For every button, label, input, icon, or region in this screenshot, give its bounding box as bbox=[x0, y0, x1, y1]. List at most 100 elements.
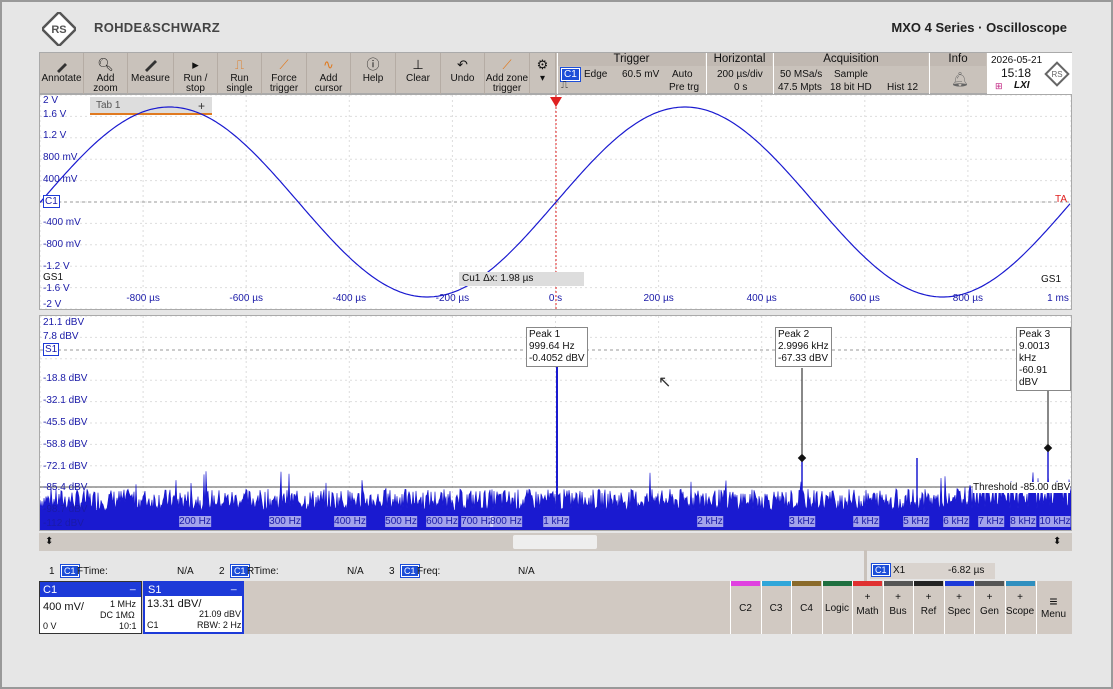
c1-offset: 0 V bbox=[43, 621, 57, 631]
button-spec[interactable]: + Spec bbox=[943, 581, 974, 634]
instrument-model: MXO 4 Series · Oscilloscope bbox=[891, 20, 1067, 35]
y-axis-label: 800 mV bbox=[43, 152, 78, 163]
record-length: 47.5 Mpts bbox=[778, 82, 822, 93]
button-math[interactable]: + Math bbox=[852, 581, 882, 634]
annotate-button[interactable]: Annotate bbox=[40, 53, 84, 94]
x-axis-label: 500 Hz bbox=[385, 516, 417, 527]
peak-2-label[interactable]: Peak 2 2.9996 kHz -67.33 dBV bbox=[775, 327, 832, 367]
y-axis-label: -45.5 dBV bbox=[43, 417, 88, 428]
collapse-arrows-right-icon[interactable]: ⬍ bbox=[1053, 536, 1061, 547]
c1-probe: 10:1 bbox=[119, 621, 137, 631]
chevron-down-icon: ▾ bbox=[539, 73, 546, 84]
button-gen[interactable]: + Gen bbox=[974, 581, 1004, 634]
button-label: single bbox=[226, 83, 253, 94]
peak-freq: 9.0013 kHz bbox=[1019, 341, 1050, 364]
button-label: zoom bbox=[93, 83, 118, 94]
cursor-source: C1 bbox=[871, 563, 891, 577]
button-label: C3 bbox=[769, 603, 783, 614]
cursor-icon: ∿ bbox=[323, 57, 334, 72]
add-zone-trigger-button[interactable]: ⟋ Add zone trigger bbox=[485, 53, 530, 94]
measure-button[interactable]: Measure bbox=[128, 53, 174, 94]
add-cursor-button[interactable]: ∿ Add cursor bbox=[307, 53, 351, 94]
button-c4[interactable]: C4 bbox=[791, 581, 821, 634]
meas-2-name[interactable]: RTime: bbox=[247, 566, 279, 577]
info-group[interactable]: Info 🔔︎ bbox=[929, 53, 986, 94]
minimize-icon[interactable]: _ bbox=[130, 580, 136, 591]
button-bus[interactable]: + Bus bbox=[882, 581, 913, 634]
trigger-group[interactable]: Trigger C1 ⎍ Edge 60.5 mV Auto Pre trg bbox=[557, 53, 705, 94]
x-axis-label: 600 µs bbox=[849, 293, 880, 304]
peak-freq: 2.9996 kHz bbox=[778, 341, 829, 352]
undo-icon: ↶ bbox=[457, 57, 468, 72]
meas-2-num: 2 bbox=[219, 566, 225, 577]
clear-button[interactable]: ⊥ Clear bbox=[396, 53, 441, 94]
menu-button[interactable]: ≡ Menu bbox=[1036, 581, 1070, 634]
time-scale: 200 µs/div bbox=[717, 69, 763, 80]
meas-3-source[interactable]: C1 bbox=[400, 564, 420, 578]
meas-1-value: N/A bbox=[177, 566, 194, 577]
y-axis-label: C1 bbox=[43, 195, 60, 208]
y-axis-label: -32.1 dBV bbox=[43, 395, 88, 406]
trigger-arrow-label[interactable]: TA bbox=[1055, 194, 1067, 205]
y-axis-label: -400 mV bbox=[43, 217, 81, 228]
y-axis-label: -800 mV bbox=[43, 239, 81, 250]
single-icon: ⎍ bbox=[234, 57, 245, 72]
panel-splitter[interactable]: ⬍ ⬍ bbox=[39, 533, 1072, 551]
y-axis-label: 400 mV bbox=[43, 174, 78, 185]
button-logic[interactable]: Logic bbox=[821, 581, 852, 634]
run-single-button[interactable]: ⎍ Run single bbox=[218, 53, 262, 94]
add-zoom-button[interactable]: 🔍︎ Add zoom bbox=[84, 53, 128, 94]
cursor-value: -6.82 µs bbox=[948, 565, 985, 576]
color-bar bbox=[944, 581, 974, 586]
minimize-icon[interactable]: _ bbox=[231, 580, 237, 591]
peak-3-marker bbox=[1043, 443, 1053, 453]
meas-1-source[interactable]: C1 bbox=[60, 564, 80, 578]
mouse-pointer-icon: ↖ bbox=[658, 374, 672, 391]
color-bar bbox=[761, 581, 791, 586]
splitter-handle[interactable] bbox=[513, 535, 597, 549]
button-c2[interactable]: C2 bbox=[730, 581, 760, 634]
acquisition-title: Acquisition bbox=[774, 53, 928, 66]
button-label: C2 bbox=[739, 603, 752, 614]
x-axis-label: -800 µs bbox=[126, 293, 160, 304]
help-button[interactable]: ⓘ Help bbox=[351, 53, 396, 94]
menu-label: Menu bbox=[1040, 609, 1066, 620]
meas-1-name[interactable]: FTime: bbox=[77, 566, 108, 577]
meas-3-name[interactable]: Freq: bbox=[417, 566, 440, 577]
force-trigger-button[interactable]: ⟋ Force trigger bbox=[262, 53, 307, 94]
x-axis-label: 400 Hz bbox=[334, 516, 366, 527]
c1-scale: 400 mV/ bbox=[43, 601, 84, 613]
peak-1-label[interactable]: Peak 1 999.64 Hz -0.4052 dBV bbox=[526, 327, 588, 367]
channel-s1-box[interactable]: S1 _ 13.31 dBV/ 21.09 dBV C1 RBW: 2 Hz bbox=[143, 580, 244, 634]
spectrum-plot[interactable]: 21.1 dBV 7.8 dBV S1 -18.8 dBV -32.1 dBV -45.5… bbox=[39, 315, 1072, 531]
button-label: Help bbox=[362, 73, 384, 84]
cursor-readout[interactable]: C1 X1 -6.82 µs bbox=[870, 563, 995, 579]
y-axis-label: -1.6 V bbox=[43, 283, 70, 294]
button-ref[interactable]: + Ref bbox=[913, 581, 943, 634]
peak-3-label[interactable]: Peak 3 9.0013 kHz -60.91 dBV bbox=[1016, 327, 1071, 391]
y-axis-label: -1.2 V bbox=[43, 261, 70, 272]
acquisition-group[interactable]: Acquisition 50 MSa/s 47.5 Mpts Sample 18… bbox=[773, 53, 928, 94]
plus-icon: + bbox=[864, 592, 871, 603]
cursor-delta-text: Cu1 Δx: 1.98 µs bbox=[462, 273, 534, 284]
pen-icon bbox=[40, 56, 83, 74]
button-label: Annotate bbox=[41, 73, 82, 84]
run-stop-button[interactable]: ▸ Run / stop bbox=[174, 53, 218, 94]
info-title: Info bbox=[930, 53, 986, 66]
collapse-arrows-left-icon[interactable]: ⬍ bbox=[45, 536, 53, 547]
undo-button[interactable]: ↶ Undo bbox=[441, 53, 485, 94]
button-c3[interactable]: C3 bbox=[760, 581, 791, 634]
settings-button[interactable]: ⚙ ▾ bbox=[530, 53, 556, 94]
button-label: Ref bbox=[920, 606, 937, 617]
time-domain-plot[interactable]: Tab 1 + 2 V 1.6 V 1.2 V 800 mV 400 mV C1 -400 … bbox=[39, 94, 1072, 310]
x-axis-label: -200 µs bbox=[435, 293, 470, 304]
threshold-label: Threshold -85.00 dBV bbox=[973, 482, 1071, 493]
horizontal-group[interactable]: Horizontal 200 µs/div 0 s bbox=[706, 53, 772, 94]
cursor-name: X1 bbox=[893, 565, 906, 576]
meas-2-source[interactable]: C1 bbox=[230, 564, 250, 578]
channel-c1-box[interactable]: C1 _ 400 mV/ 1 MHz DC 1MΩ 0 V 10:1 bbox=[39, 580, 142, 634]
button-scope[interactable]: + Scope bbox=[1004, 581, 1035, 634]
peak-name: Peak 2 bbox=[778, 329, 810, 340]
cursor-delta-label[interactable]: Cu1 Δx: 1.98 µs bbox=[459, 272, 584, 286]
trigger-title: Trigger bbox=[558, 53, 705, 66]
